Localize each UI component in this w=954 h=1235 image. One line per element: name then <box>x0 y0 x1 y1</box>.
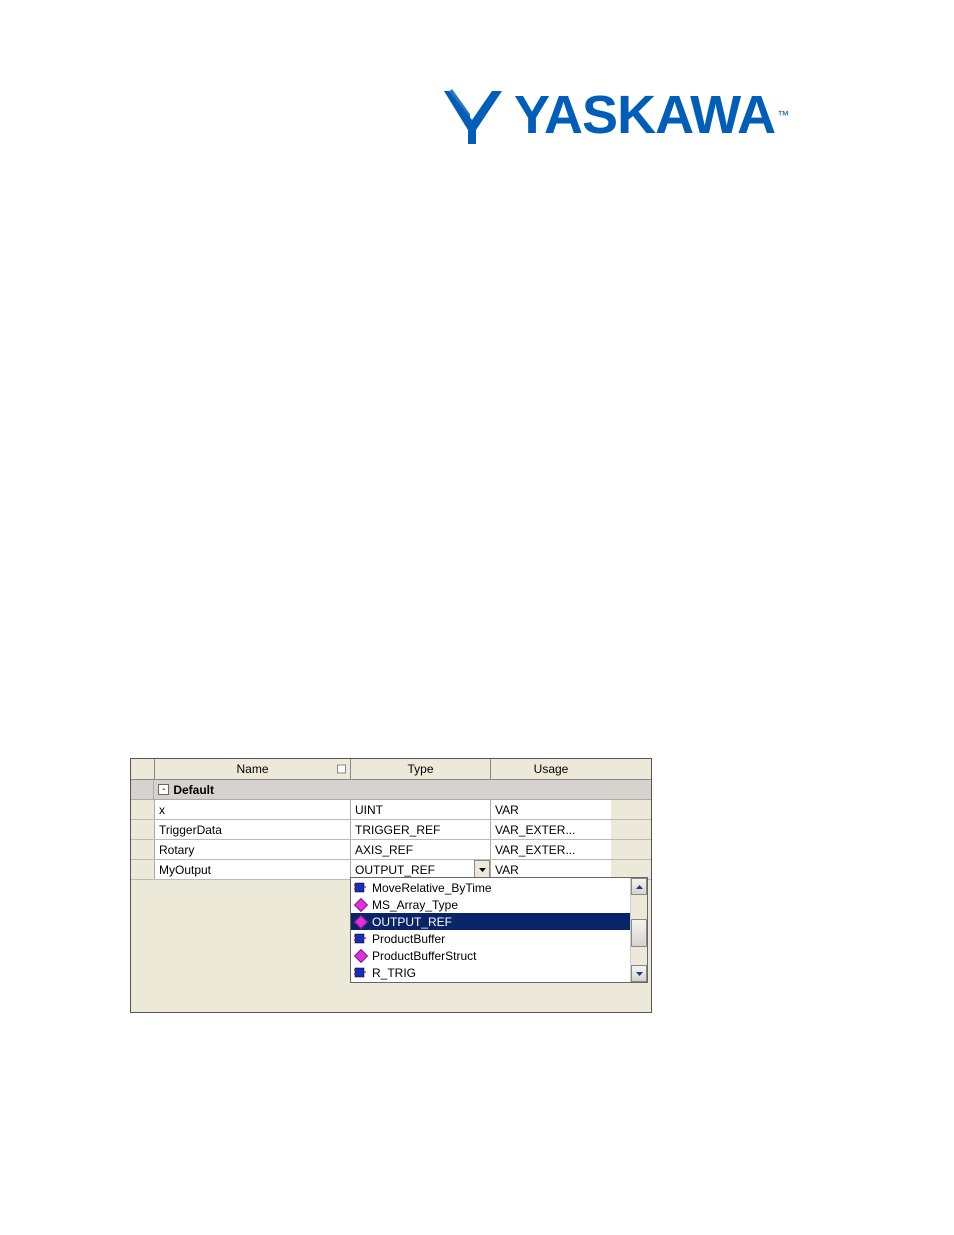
struct-icon <box>354 900 368 910</box>
function-block-icon <box>354 882 368 894</box>
type-dropdown-list[interactable]: MoveRelative_ByTime MS_Array_Type OUTPUT… <box>350 877 648 983</box>
header-label: Type <box>407 762 433 776</box>
dropdown-item[interactable]: MS_Array_Type <box>351 896 630 913</box>
cell-name[interactable]: Rotary <box>155 840 351 859</box>
cell-type-value: OUTPUT_REF <box>355 863 435 877</box>
struct-icon <box>354 951 368 961</box>
dropdown-item-selected[interactable]: OUTPUT_REF <box>351 913 630 930</box>
brand-name: YASKAWA <box>514 88 775 142</box>
cell-name[interactable]: MyOutput <box>155 860 351 879</box>
header-label: Name <box>236 762 268 776</box>
row-selector[interactable] <box>131 840 155 859</box>
struct-icon <box>354 917 368 927</box>
dropdown-item[interactable]: ProductBuffer <box>351 930 630 947</box>
group-label: Default <box>173 783 214 797</box>
table-row[interactable]: Rotary AXIS_REF VAR_EXTER... <box>131 840 651 860</box>
cell-usage[interactable]: VAR_EXTER... <box>491 840 611 859</box>
group-cell[interactable]: - Default <box>154 780 651 799</box>
scroll-down-button[interactable] <box>631 965 647 982</box>
brand-logo: YASKAWA ™ <box>444 80 864 150</box>
dropdown-items-container: MoveRelative_ByTime MS_Array_Type OUTPUT… <box>351 878 630 982</box>
dropdown-item-label: MS_Array_Type <box>372 898 458 912</box>
cell-type[interactable]: AXIS_REF <box>351 840 491 859</box>
row-selector-header[interactable] <box>131 759 155 779</box>
dropdown-item-label: ProductBufferStruct <box>372 949 477 963</box>
dropdown-item[interactable]: R_TRIG <box>351 964 630 981</box>
collapse-toggle-icon[interactable]: - <box>158 784 169 795</box>
cell-type[interactable]: UINT <box>351 800 491 819</box>
column-header-type[interactable]: Type <box>351 759 491 779</box>
dropdown-item[interactable]: MoveRelative_ByTime <box>351 879 630 896</box>
table-row[interactable]: TriggerData TRIGGER_REF VAR_EXTER... <box>131 820 651 840</box>
dropdown-item[interactable]: ProductBufferStruct <box>351 947 630 964</box>
dropdown-item-label: ProductBuffer <box>372 932 445 946</box>
group-row-default[interactable]: - Default <box>131 780 651 800</box>
brand-mark-icon <box>444 86 504 144</box>
dropdown-item-label: MoveRelative_ByTime <box>372 881 492 895</box>
row-selector[interactable] <box>131 800 155 819</box>
row-selector[interactable] <box>131 860 155 879</box>
cell-usage[interactable]: VAR_EXTER... <box>491 820 611 839</box>
dropdown-item-label: R_TRIG <box>372 966 416 980</box>
variables-grid: Name Type Usage - Default x UINT VAR Tri… <box>130 758 652 1013</box>
row-selector[interactable] <box>131 820 155 839</box>
function-block-icon <box>354 967 368 979</box>
column-header-usage[interactable]: Usage <box>491 759 611 779</box>
function-block-icon <box>354 933 368 945</box>
cell-type[interactable]: TRIGGER_REF <box>351 820 491 839</box>
brand-tm: ™ <box>777 108 789 122</box>
cell-name[interactable]: x <box>155 800 351 819</box>
dropdown-item-label: OUTPUT_REF <box>372 915 452 929</box>
column-header-name[interactable]: Name <box>155 759 351 779</box>
cell-usage[interactable]: VAR <box>491 800 611 819</box>
cell-name[interactable]: TriggerData <box>155 820 351 839</box>
grid-header-row: Name Type Usage <box>131 759 651 780</box>
scroll-up-button[interactable] <box>631 878 647 895</box>
header-label: Usage <box>534 762 569 776</box>
row-selector[interactable] <box>131 780 154 799</box>
scrollbar-thumb[interactable] <box>631 919 647 947</box>
scrollbar[interactable] <box>630 878 647 982</box>
table-row[interactable]: x UINT VAR <box>131 800 651 820</box>
scrollbar-track[interactable] <box>631 895 647 965</box>
sort-indicator-icon <box>337 765 346 774</box>
